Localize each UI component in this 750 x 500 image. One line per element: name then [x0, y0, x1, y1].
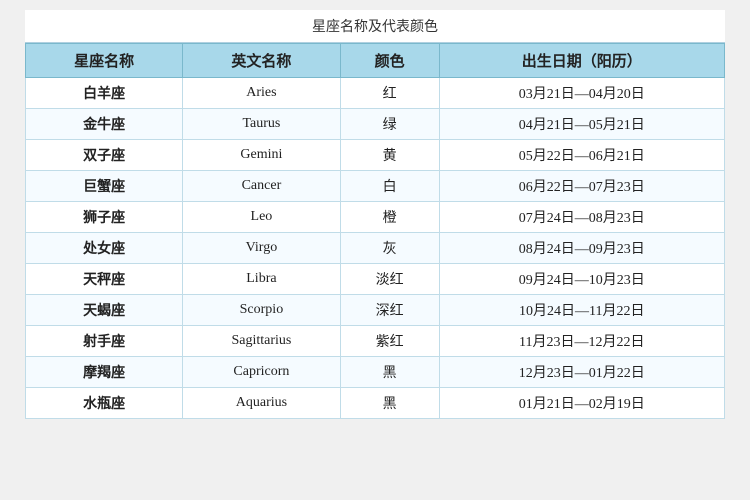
cell-chinese: 天秤座 [26, 264, 183, 295]
cell-color: 紫红 [340, 326, 439, 357]
cell-chinese: 白羊座 [26, 78, 183, 109]
cell-english: Libra [183, 264, 340, 295]
cell-english: Capricorn [183, 357, 340, 388]
cell-chinese: 天蝎座 [26, 295, 183, 326]
table-row: 射手座Sagittarius紫红11月23日—12月22日 [26, 326, 725, 357]
cell-english: Aquarius [183, 388, 340, 419]
cell-date: 11月23日—12月22日 [439, 326, 724, 357]
table-row: 白羊座Aries红03月21日—04月20日 [26, 78, 725, 109]
table-row: 双子座Gemini黄05月22日—06月21日 [26, 140, 725, 171]
cell-color: 黑 [340, 357, 439, 388]
cell-date: 07月24日—08月23日 [439, 202, 724, 233]
header-english: 英文名称 [183, 44, 340, 78]
main-container: 星座名称及代表颜色 星座名称 英文名称 颜色 出生日期（阳历） 白羊座Aries… [25, 10, 725, 419]
cell-chinese: 狮子座 [26, 202, 183, 233]
cell-color: 黑 [340, 388, 439, 419]
cell-date: 09月24日—10月23日 [439, 264, 724, 295]
cell-chinese: 巨蟹座 [26, 171, 183, 202]
cell-english: Virgo [183, 233, 340, 264]
cell-date: 03月21日—04月20日 [439, 78, 724, 109]
cell-chinese: 双子座 [26, 140, 183, 171]
cell-color: 白 [340, 171, 439, 202]
header-color: 颜色 [340, 44, 439, 78]
cell-english: Sagittarius [183, 326, 340, 357]
cell-color: 红 [340, 78, 439, 109]
cell-date: 05月22日—06月21日 [439, 140, 724, 171]
cell-date: 10月24日—11月22日 [439, 295, 724, 326]
table-header-row: 星座名称 英文名称 颜色 出生日期（阳历） [26, 44, 725, 78]
cell-color: 淡红 [340, 264, 439, 295]
table-row: 天秤座Libra淡红09月24日—10月23日 [26, 264, 725, 295]
table-row: 金牛座Taurus绿04月21日—05月21日 [26, 109, 725, 140]
cell-color: 深红 [340, 295, 439, 326]
header-chinese: 星座名称 [26, 44, 183, 78]
cell-chinese: 摩羯座 [26, 357, 183, 388]
cell-date: 06月22日—07月23日 [439, 171, 724, 202]
cell-english: Gemini [183, 140, 340, 171]
cell-chinese: 水瓶座 [26, 388, 183, 419]
zodiac-table: 星座名称 英文名称 颜色 出生日期（阳历） 白羊座Aries红03月21日—04… [25, 43, 725, 419]
table-row: 巨蟹座Cancer白06月22日—07月23日 [26, 171, 725, 202]
cell-english: Aries [183, 78, 340, 109]
cell-english: Cancer [183, 171, 340, 202]
table-row: 狮子座Leo橙07月24日—08月23日 [26, 202, 725, 233]
cell-date: 01月21日—02月19日 [439, 388, 724, 419]
cell-color: 绿 [340, 109, 439, 140]
cell-color: 黄 [340, 140, 439, 171]
cell-chinese: 射手座 [26, 326, 183, 357]
cell-english: Leo [183, 202, 340, 233]
table-row: 天蝎座Scorpio深红10月24日—11月22日 [26, 295, 725, 326]
cell-date: 08月24日—09月23日 [439, 233, 724, 264]
cell-color: 橙 [340, 202, 439, 233]
table-body: 白羊座Aries红03月21日—04月20日金牛座Taurus绿04月21日—0… [26, 78, 725, 419]
cell-english: Taurus [183, 109, 340, 140]
table-row: 水瓶座Aquarius黑01月21日—02月19日 [26, 388, 725, 419]
cell-english: Scorpio [183, 295, 340, 326]
cell-date: 12月23日—01月22日 [439, 357, 724, 388]
table-row: 摩羯座Capricorn黑12月23日—01月22日 [26, 357, 725, 388]
cell-chinese: 金牛座 [26, 109, 183, 140]
table-row: 处女座Virgo灰08月24日—09月23日 [26, 233, 725, 264]
header-date: 出生日期（阳历） [439, 44, 724, 78]
cell-color: 灰 [340, 233, 439, 264]
cell-chinese: 处女座 [26, 233, 183, 264]
cell-date: 04月21日—05月21日 [439, 109, 724, 140]
table-title: 星座名称及代表颜色 [25, 10, 725, 43]
